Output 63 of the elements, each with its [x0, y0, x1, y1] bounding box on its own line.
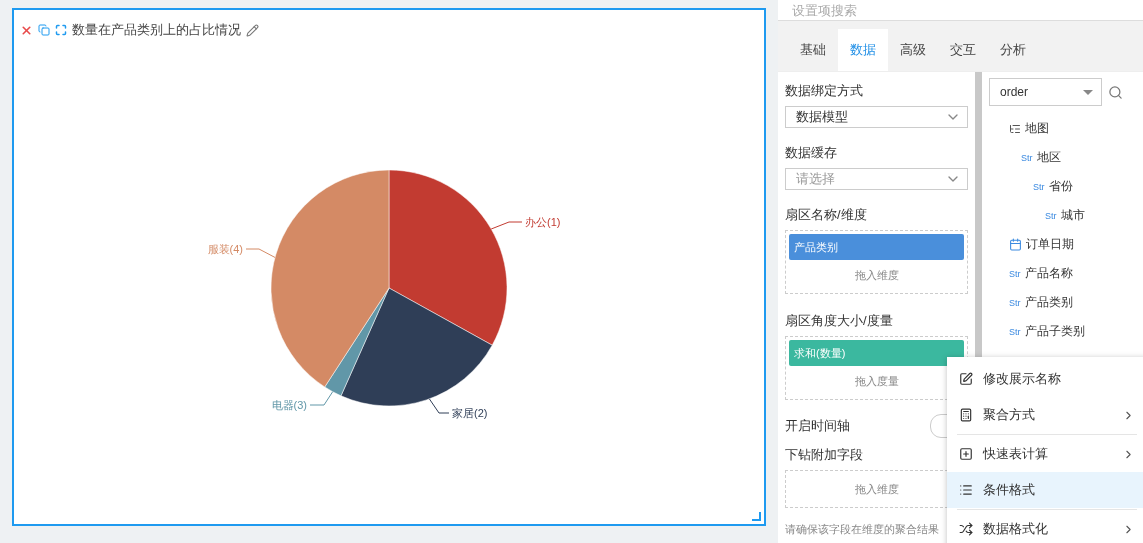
- field-label: 扇区名称/维度: [785, 206, 867, 224]
- tab[interactable]: 交互: [938, 29, 988, 71]
- leader-line: [490, 221, 523, 230]
- field-label: 数据缓存: [785, 144, 837, 162]
- field-name: 产品子类别: [1024, 323, 1085, 340]
- tab[interactable]: 高级: [888, 29, 938, 71]
- field-name: 省份: [1048, 178, 1073, 195]
- leader-line: [428, 398, 450, 414]
- field-name: 订单日期: [1026, 236, 1074, 253]
- caret-icon: [1083, 89, 1093, 95]
- leader-line: [245, 248, 276, 258]
- calendar-icon: [1009, 238, 1022, 251]
- field-label: 下钻附加字段: [785, 446, 863, 464]
- field-item[interactable]: 订单日期: [989, 230, 1143, 259]
- search-icon[interactable]: [1108, 84, 1123, 100]
- type-tag: Str: [1033, 181, 1045, 192]
- type-tag: Str: [1009, 268, 1021, 279]
- field-item[interactable]: Str 地区: [989, 143, 1143, 172]
- field-name: 产品名称: [1024, 265, 1073, 282]
- tab[interactable]: 数据: [838, 29, 888, 71]
- drop-hint: 拖入维度: [853, 481, 900, 497]
- tree-icon: [1009, 122, 1021, 135]
- close-icon[interactable]: [20, 23, 33, 37]
- field-item[interactable]: Str 产品名称: [989, 259, 1143, 288]
- field-name: 地图: [1025, 120, 1049, 137]
- menu-item[interactable]: 条件格式: [947, 472, 1143, 508]
- help-text: 请确保该字段在维度的聚合结果: [785, 522, 939, 537]
- resize-handle[interactable]: [752, 512, 761, 521]
- toggle-label: 开启时间轴: [785, 417, 850, 435]
- drop-hint: 拖入维度: [853, 267, 900, 283]
- type-tag: Str: [1009, 297, 1021, 308]
- field-label: 数据绑定方式: [785, 82, 863, 100]
- type-tag: Str: [1045, 210, 1057, 221]
- slice-label: 服装(4): [207, 243, 243, 255]
- copy-icon[interactable]: [38, 24, 50, 36]
- plus-icon: [959, 447, 973, 461]
- field-label: 扇区角度大小/度量: [785, 312, 893, 330]
- field-name: 城市: [1060, 207, 1085, 224]
- shuffle-icon: [959, 522, 973, 536]
- calculator-icon: [959, 408, 973, 422]
- list-icon: [959, 483, 973, 497]
- type-tag: Str: [1009, 326, 1021, 337]
- tab[interactable]: 分析: [988, 29, 1038, 71]
- chart-title: 数量在产品类别上的占比情况: [72, 21, 241, 39]
- edit-icon: [959, 372, 973, 386]
- field-item[interactable]: Str 省份: [989, 172, 1143, 201]
- edit-icon[interactable]: [246, 23, 259, 37]
- type-tag: Str: [1021, 152, 1033, 163]
- leader-line: [309, 391, 334, 406]
- field-item[interactable]: Str 产品类别: [989, 288, 1143, 317]
- slice-label: 家居(2): [452, 407, 488, 419]
- drop-hint: 拖入度量: [853, 373, 900, 389]
- field-item[interactable]: 地图: [989, 114, 1143, 143]
- field-name: 产品类别: [1024, 294, 1073, 311]
- expand-icon[interactable]: [55, 24, 67, 36]
- select-field[interactable]: 数据模型: [785, 106, 968, 128]
- slice-label: 电器(3): [271, 399, 307, 411]
- source-select[interactable]: order: [989, 78, 1102, 106]
- tab[interactable]: 基础: [788, 29, 838, 71]
- slice-label: 办公(1): [525, 216, 561, 228]
- field-item[interactable]: Str 城市: [989, 201, 1143, 230]
- field-name: 地区: [1036, 149, 1061, 166]
- field-item[interactable]: Str 产品子类别: [989, 317, 1143, 346]
